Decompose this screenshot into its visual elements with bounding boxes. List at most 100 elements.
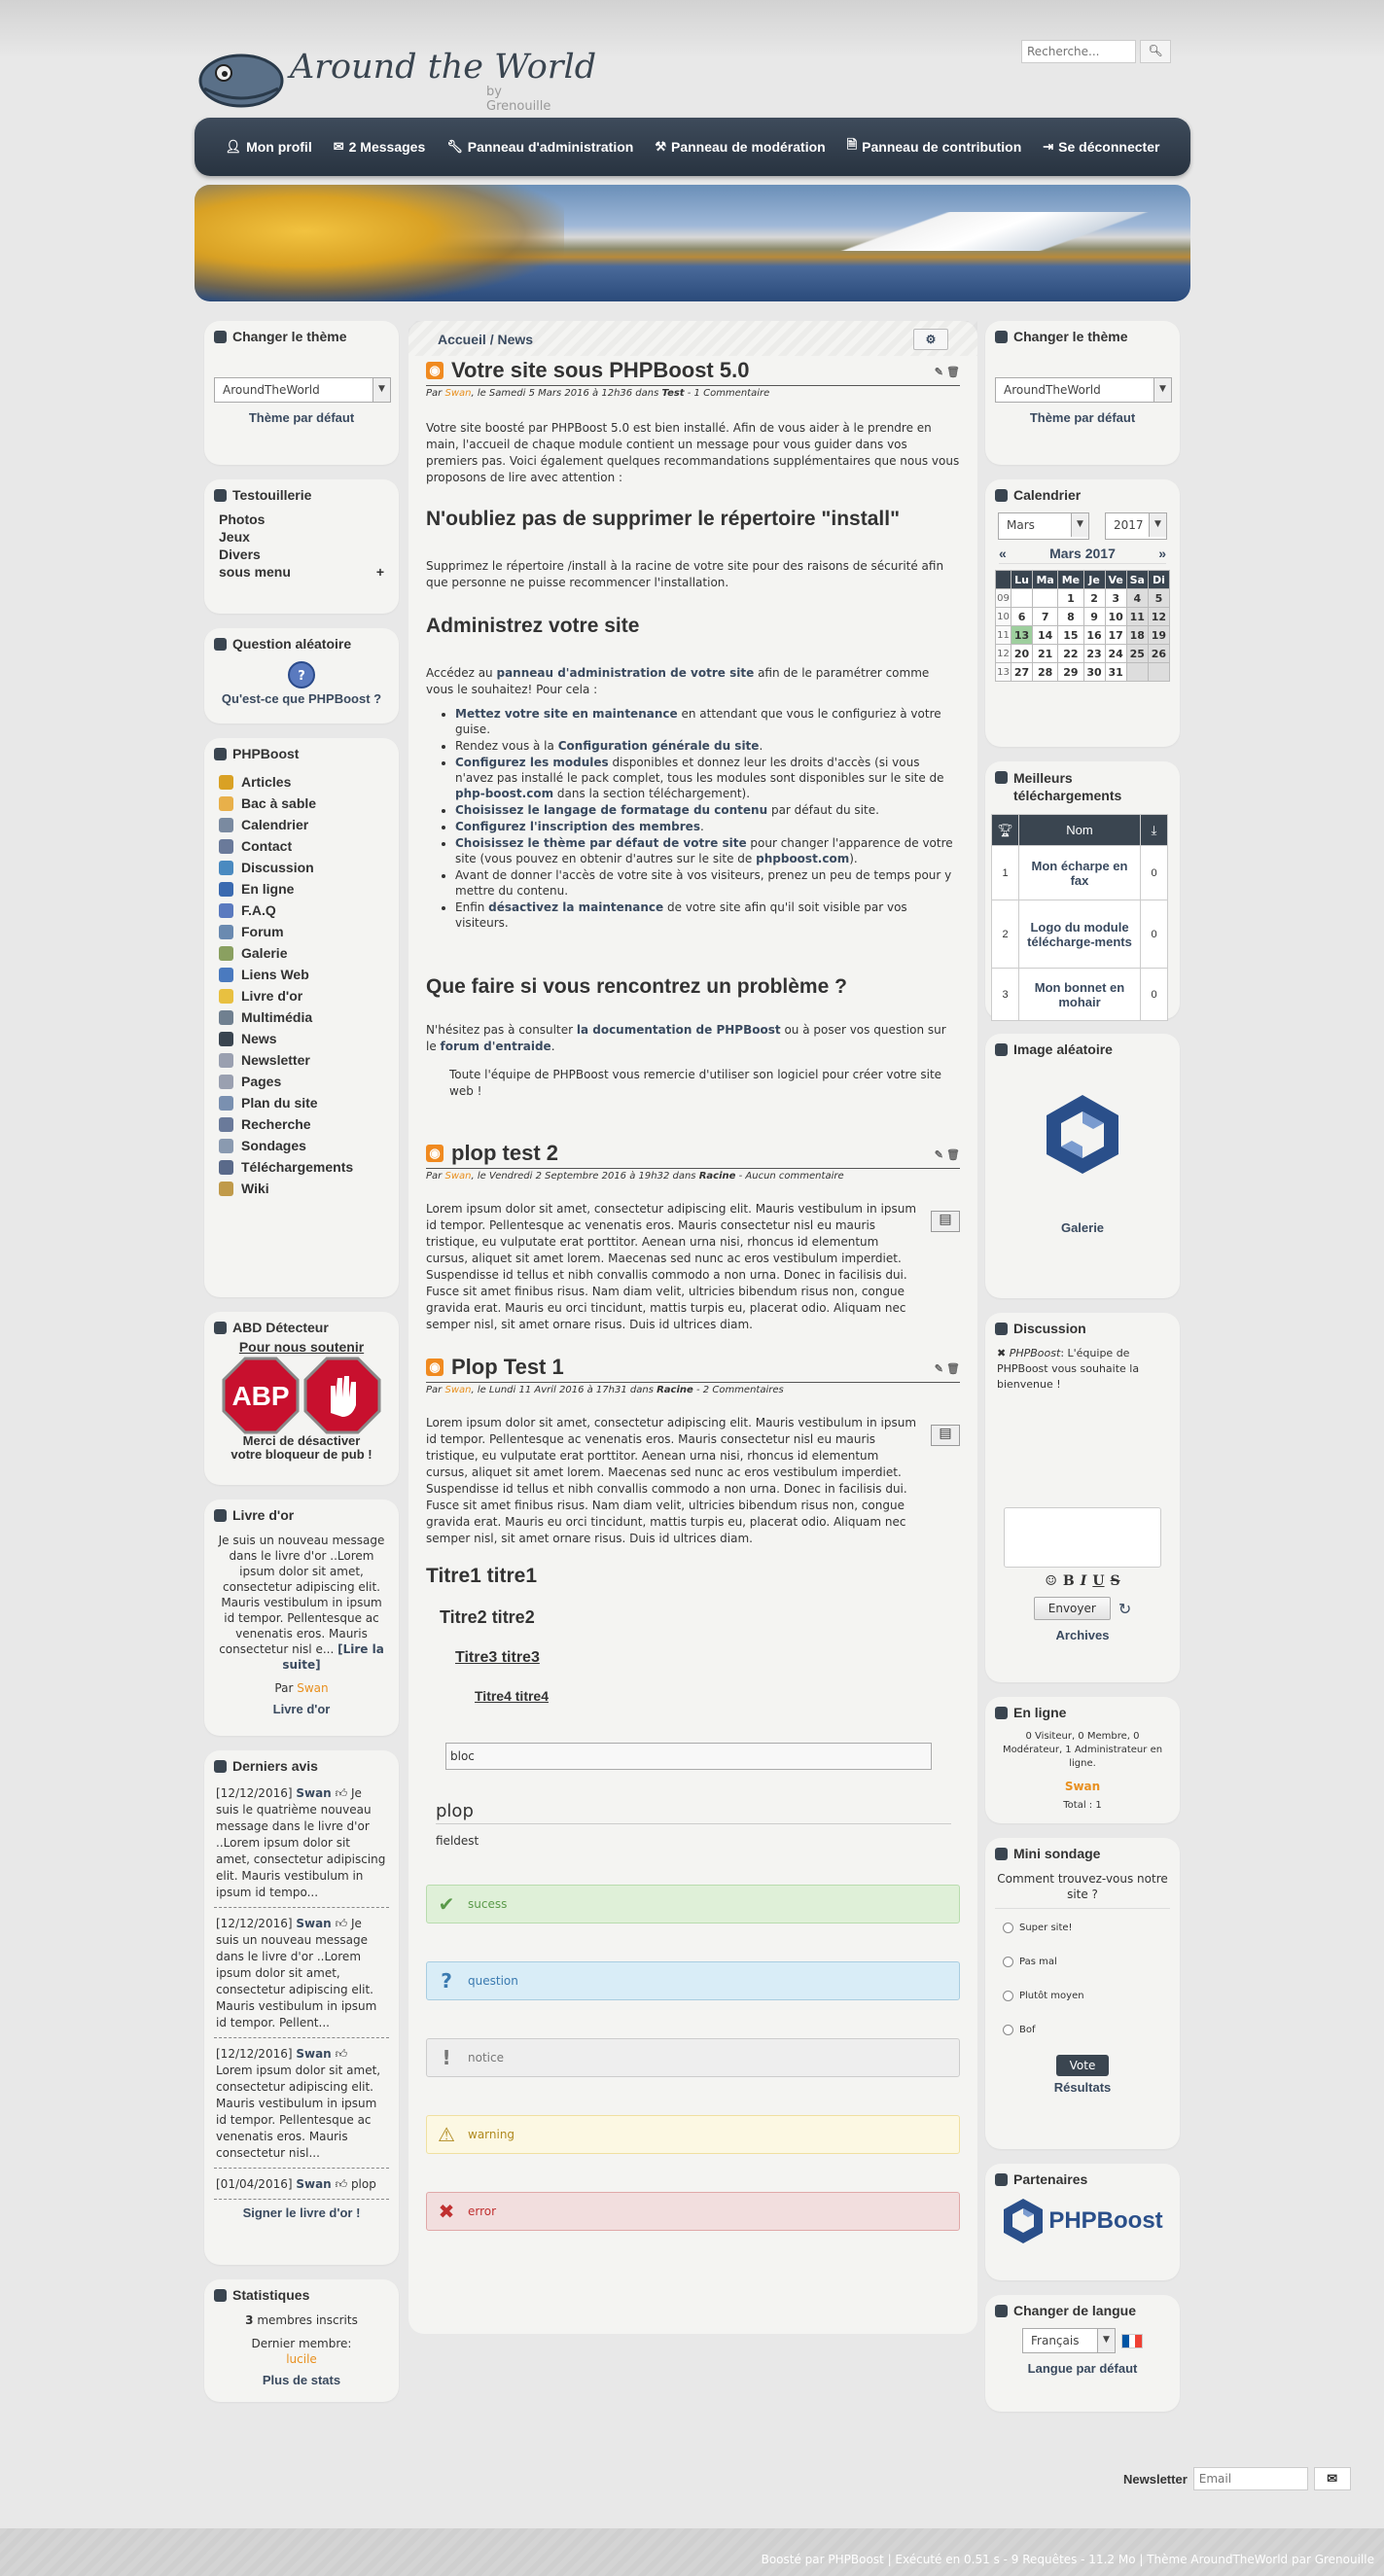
delete-icon[interactable]: 🗑︎ bbox=[946, 1363, 960, 1375]
article-title[interactable]: ◉ Plop Test 1 ✎ 🗑︎ bbox=[426, 1355, 960, 1383]
poll-results-link[interactable]: Résultats bbox=[995, 2080, 1170, 2095]
newsletter-email-input[interactable] bbox=[1192, 2467, 1308, 2490]
smiley-icon[interactable]: ☺ bbox=[1045, 1573, 1057, 1589]
module-link[interactable]: En ligne bbox=[214, 878, 389, 900]
refresh-icon[interactable]: ↻ bbox=[1118, 1600, 1131, 1618]
calendar-day[interactable]: 25 bbox=[1125, 644, 1149, 663]
poll-option[interactable]: Plutôt moyen bbox=[1003, 1991, 1170, 2001]
rss-icon[interactable]: ◉ bbox=[426, 1359, 444, 1376]
radio-button[interactable] bbox=[1003, 1991, 1013, 2001]
last-member[interactable]: lucile bbox=[214, 2351, 389, 2367]
calendar-day[interactable]: 19 bbox=[1147, 625, 1171, 645]
calendar-day[interactable]: 12 bbox=[1147, 607, 1171, 626]
radio-button[interactable] bbox=[1003, 1957, 1013, 1967]
delete-icon[interactable]: ✖ bbox=[997, 1347, 1006, 1359]
edit-icon[interactable]: ✎ bbox=[935, 1363, 943, 1375]
month-select[interactable]: Mars ▼ bbox=[998, 512, 1089, 540]
gear-icon[interactable]: ⚙ bbox=[913, 329, 948, 350]
module-link[interactable]: Livre d'or bbox=[214, 985, 389, 1006]
breadcrumb-home[interactable]: Accueil bbox=[438, 332, 486, 347]
search-button[interactable]: 🔍︎ bbox=[1140, 40, 1171, 63]
poll-option[interactable]: Super site! bbox=[1003, 1923, 1170, 1933]
calendar-day[interactable]: 15 bbox=[1057, 625, 1084, 645]
download-link[interactable]: Logo du module télécharge-ments bbox=[1018, 900, 1141, 969]
module-link[interactable]: F.A.Q bbox=[214, 900, 389, 921]
calendar-day[interactable]: 21 bbox=[1032, 644, 1059, 663]
calendar-day[interactable]: 7 bbox=[1032, 607, 1059, 626]
calendar-day[interactable]: 9 bbox=[1082, 607, 1106, 626]
question-link[interactable]: Qu'est-ce que PHPBoost ? bbox=[214, 691, 389, 706]
shout-textarea[interactable] bbox=[1004, 1507, 1161, 1568]
calendar-day[interactable]: 23 bbox=[1082, 644, 1106, 663]
calendar-day[interactable]: 8 bbox=[1057, 607, 1084, 626]
prev-month-button[interactable]: « bbox=[999, 546, 1007, 561]
italic-button[interactable]: I bbox=[1081, 1573, 1087, 1589]
guestbook-link[interactable]: Livre d'or bbox=[214, 1702, 389, 1716]
underline-button[interactable]: U bbox=[1092, 1573, 1104, 1589]
edit-icon[interactable]: ✎ bbox=[935, 367, 943, 378]
menu-moderation[interactable]: ⚒ Panneau de modération bbox=[655, 139, 825, 155]
menu-admin[interactable]: 🔧︎ Panneau d'administration bbox=[446, 139, 633, 155]
review-user[interactable]: Swan bbox=[296, 2177, 331, 2191]
more-stats-link[interactable]: Plus de stats bbox=[214, 2373, 389, 2387]
default-theme-link[interactable]: Thème par défaut bbox=[214, 410, 389, 425]
radio-button[interactable] bbox=[1003, 1923, 1013, 1933]
module-link[interactable]: Newsletter bbox=[214, 1049, 389, 1071]
menu-messages[interactable]: ✉ 2 Messages bbox=[334, 139, 426, 155]
theme-select[interactable]: AroundTheWorld ▼ bbox=[214, 377, 391, 403]
module-link[interactable]: Calendrier bbox=[214, 814, 389, 835]
calendar-day[interactable]: 26 bbox=[1147, 644, 1171, 663]
calendar-day[interactable]: 5 bbox=[1147, 588, 1171, 608]
calendar-day[interactable]: 31 bbox=[1104, 662, 1127, 682]
calendar-day[interactable]: 16 bbox=[1082, 625, 1106, 645]
random-image[interactable] bbox=[995, 1090, 1170, 1182]
gallery-link[interactable]: Galerie bbox=[995, 1220, 1170, 1235]
calendar-day[interactable]: 24 bbox=[1104, 644, 1127, 663]
menu-contribution[interactable]: 🗎 Panneau de contribution bbox=[847, 136, 1022, 158]
module-link[interactable]: Contact bbox=[214, 835, 389, 857]
menu-profile[interactable]: 👤︎ Mon profil bbox=[226, 139, 312, 155]
calendar-day[interactable]: 6 bbox=[1010, 607, 1034, 626]
calendar-day[interactable]: 27 bbox=[1010, 662, 1034, 682]
module-link[interactable]: Pages bbox=[214, 1071, 389, 1092]
calendar-day[interactable]: 29 bbox=[1057, 662, 1084, 682]
calendar-day[interactable]: 20 bbox=[1010, 644, 1034, 663]
review-user[interactable]: Swan bbox=[296, 1917, 331, 1930]
site-logo[interactable]: Around the World by Grenouille bbox=[195, 44, 596, 114]
article-title[interactable]: ◉ Votre site sous PHPBoost 5.0 ✎ 🗑︎ bbox=[426, 358, 960, 386]
calendar-day[interactable]: 30 bbox=[1082, 662, 1106, 682]
calendar-day[interactable]: 2 bbox=[1082, 588, 1106, 608]
vote-button[interactable]: Vote bbox=[1055, 2055, 1110, 2076]
poll-option[interactable]: Pas mal bbox=[1003, 1957, 1170, 1967]
download-link[interactable]: Mon bonnet en mohair bbox=[1018, 968, 1141, 1021]
calendar-day[interactable]: 28 bbox=[1032, 662, 1059, 682]
module-link[interactable]: Liens Web bbox=[214, 964, 389, 985]
module-link[interactable]: Téléchargements bbox=[214, 1156, 389, 1178]
search-input[interactable] bbox=[1021, 40, 1136, 63]
module-link[interactable]: Discussion bbox=[214, 857, 389, 878]
module-link[interactable]: Wiki bbox=[214, 1178, 389, 1199]
menu-item-divers[interactable]: Divers bbox=[214, 546, 389, 563]
calendar-day[interactable]: 17 bbox=[1104, 625, 1127, 645]
menu-item-jeux[interactable]: Jeux bbox=[214, 528, 389, 546]
calendar-day[interactable]: 18 bbox=[1125, 625, 1149, 645]
download-link[interactable]: Mon écharpe en fax bbox=[1018, 845, 1141, 900]
poll-option[interactable]: Bof bbox=[1003, 2025, 1170, 2035]
sign-guestbook-link[interactable]: Signer le livre d'or ! bbox=[214, 2205, 389, 2220]
module-link[interactable]: News bbox=[214, 1028, 389, 1049]
article-title[interactable]: ◉ plop test 2 ✎ 🗑︎ bbox=[426, 1141, 960, 1169]
review-user[interactable]: Swan bbox=[296, 1786, 331, 1800]
breadcrumb-current[interactable]: News bbox=[497, 332, 533, 347]
menu-item-submenu[interactable]: sous menu + bbox=[214, 563, 389, 581]
strike-button[interactable]: S bbox=[1111, 1573, 1120, 1589]
module-link[interactable]: Multimédia bbox=[214, 1006, 389, 1028]
shout-user[interactable]: PHPBoost bbox=[1010, 1347, 1061, 1359]
delete-icon[interactable]: 🗑︎ bbox=[946, 367, 960, 378]
default-language-link[interactable]: Langue par défaut bbox=[995, 2361, 1170, 2376]
newsletter-submit-button[interactable]: ✉ bbox=[1313, 2467, 1351, 2490]
module-link[interactable]: Articles bbox=[214, 771, 389, 793]
module-link[interactable]: Forum bbox=[214, 921, 389, 942]
theme-select[interactable]: AroundTheWorld ▼ bbox=[995, 377, 1172, 403]
phpboost-partner-logo[interactable]: PHPBoost bbox=[995, 2197, 1170, 2245]
calendar-day[interactable]: 13 bbox=[1010, 625, 1034, 645]
